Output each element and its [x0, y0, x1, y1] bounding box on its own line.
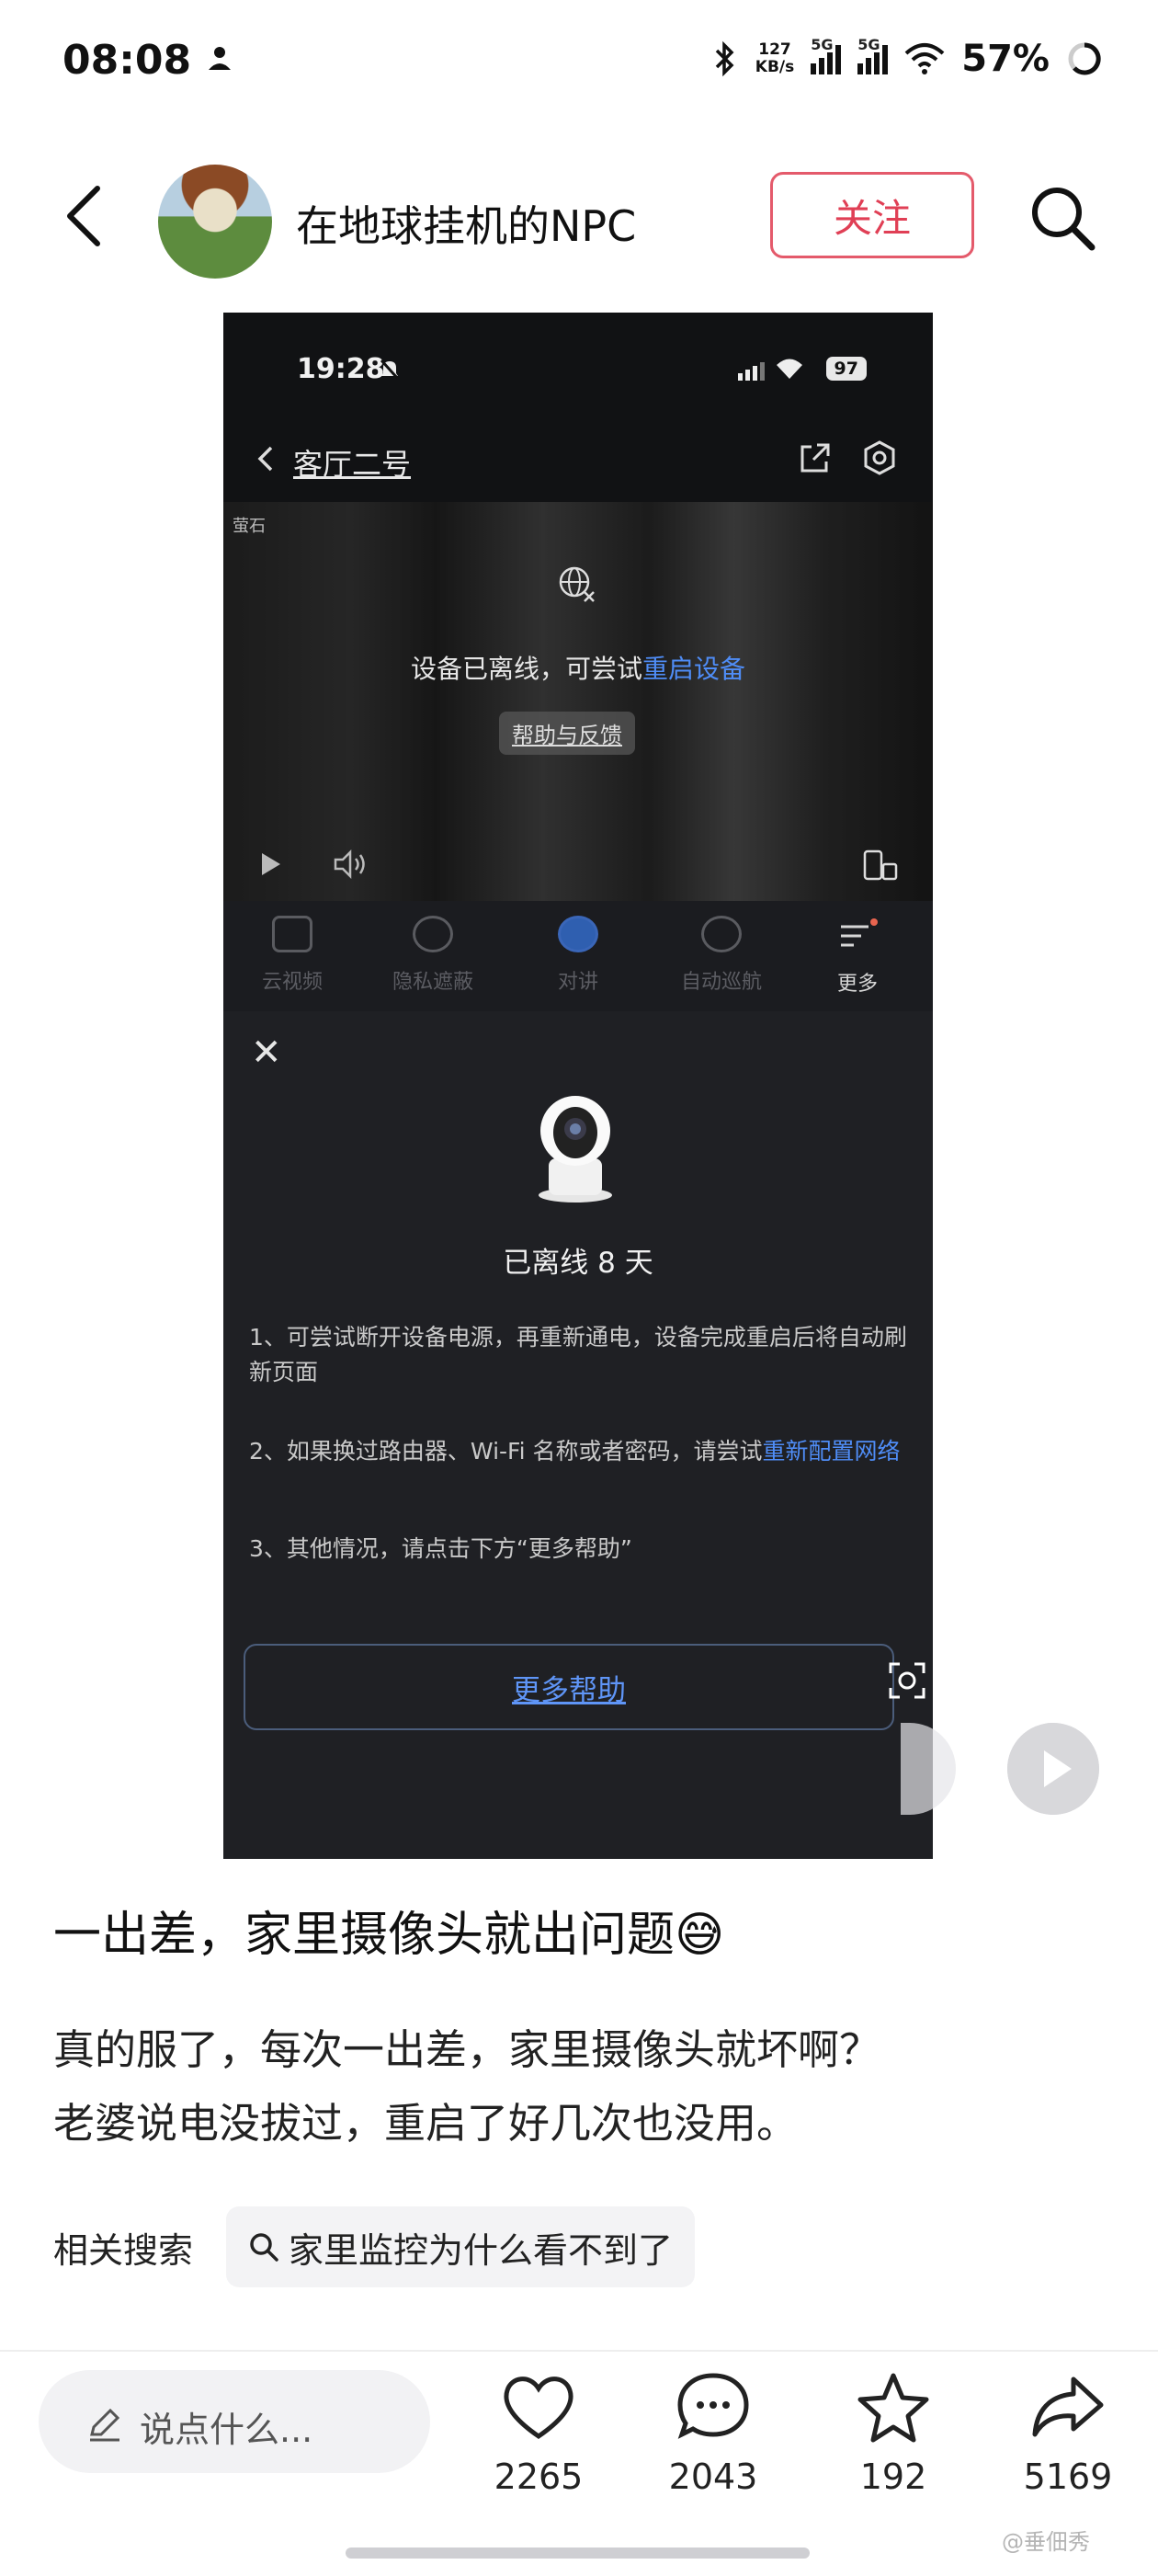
embedded-tool-cloud-video: 云视频: [228, 916, 357, 995]
embedded-tool-more: 更多: [793, 916, 922, 997]
net-speed-value: 127: [758, 40, 791, 59]
embedded-back-icon: [257, 446, 273, 472]
embedded-play-icon: [262, 853, 280, 875]
restart-device-link: 重启设备: [642, 654, 746, 684]
embedded-volume-icon: [334, 849, 365, 879]
embedded-device-title: 客厅二号: [293, 447, 412, 482]
comment-count: 2043: [668, 2456, 758, 2497]
battery-ring-icon: [1068, 42, 1101, 75]
embedded-mute-icon: [380, 359, 400, 381]
globe-offline-icon: [559, 566, 595, 602]
favorite-count: 192: [859, 2456, 927, 2497]
help-step-2-text: 2、如果换过路由器、Wi-Fi 名称或者密码，请尝试: [249, 1438, 763, 1465]
watermark: @垂佃秀: [1002, 2529, 1090, 2555]
like-count: 2265: [494, 2456, 584, 2497]
comment-bubble-icon: [677, 2373, 749, 2439]
embedded-toolbar: 云视频 隐私遮蔽 对讲 自动巡航 更多: [223, 901, 933, 1011]
help-step-3: 3、其他情况，请点击下方“更多帮助”: [249, 1535, 632, 1562]
embedded-status-bar: 19:28 97: [223, 313, 933, 414]
related-search-query: 家里监控为什么看不到了: [289, 2229, 674, 2271]
related-search-chip[interactable]: 家里监控为什么看不到了: [226, 2206, 696, 2287]
embedded-wifi-icon: [777, 359, 802, 379]
embedded-time: 19:28: [297, 353, 385, 385]
heart-icon: [504, 2377, 573, 2440]
battery-percent: 57%: [961, 38, 1050, 80]
embedded-video-view: 萤石 设备已离线，可尝试重启设备 帮助与反馈: [223, 502, 933, 901]
embedded-rotate-icon: [863, 849, 898, 881]
signal-tag-1: 5G: [811, 36, 834, 53]
offline-days-title: 已离线 8 天: [503, 1247, 653, 1280]
camera-device-icon: [539, 1096, 612, 1203]
person-icon: [209, 47, 231, 70]
related-search-label: 相关搜索: [53, 2229, 194, 2271]
help-step-2: 2、如果换过路由器、Wi-Fi 名称或者密码，请尝试重新配置网络: [249, 1434, 911, 1469]
status-time: 08:08: [62, 37, 192, 84]
bluetooth-icon: [715, 40, 734, 77]
close-icon: ✕: [251, 1032, 282, 1074]
status-right-group: 127 KB/s 5G 5G 57%: [711, 33, 1103, 85]
offline-message-text: 设备已离线，可尝试: [410, 654, 642, 684]
follow-button[interactable]: 关注: [770, 172, 974, 258]
post-image[interactable]: 19:28 97 客厅二号 萤石 设备已离线，可尝试重启设备 帮助与反馈 云视频…: [223, 313, 933, 1859]
embedded-share-icon: [800, 443, 830, 473]
author-name[interactable]: 在地球挂机的NPC: [296, 193, 636, 254]
post-body: 真的服了，每次一出差，家里摄像头就坏啊？ 老婆说电没拔过，重启了好几次也没用。: [53, 2013, 1110, 2160]
embedded-tool-privacy: 隐私遮蔽: [369, 916, 497, 995]
avatar[interactable]: [158, 165, 272, 279]
signal-tag-2: 5G: [857, 36, 880, 53]
comment-button[interactable]: 2043: [649, 2370, 778, 2497]
signal-icon-2: 5G: [857, 36, 889, 74]
comment-input[interactable]: 说点什么...: [39, 2370, 430, 2473]
wifi-icon: [904, 43, 945, 74]
cloud-video-icon: [272, 916, 312, 952]
more-help-button: 更多帮助: [244, 1644, 894, 1730]
post-body-line-1: 真的服了，每次一出差，家里摄像头就坏啊？: [53, 2025, 881, 2074]
embedded-tool-talk: 对讲: [514, 916, 642, 995]
embedded-tool-cruise: 自动巡航: [657, 916, 786, 995]
star-icon: [857, 2373, 929, 2443]
embedded-settings-icon: [864, 440, 895, 475]
share-arrow-icon: [1032, 2377, 1104, 2437]
microphone-icon: [558, 916, 598, 952]
home-indicator[interactable]: [346, 2548, 810, 2559]
scan-icon: [889, 1662, 925, 1699]
favorite-button[interactable]: 192: [829, 2370, 958, 2497]
status-bar: 08:08 127 KB/s 5G 5G 57%: [0, 0, 1158, 124]
back-arrow-icon[interactable]: [57, 181, 112, 251]
help-step-1: 1、可尝试断开设备电源，再重新通电，设备完成重启后将自动刷新页面: [249, 1324, 907, 1385]
embedded-battery: 97: [825, 357, 867, 381]
net-speed: 127 KB/s: [755, 41, 794, 76]
net-speed-unit: KB/s: [755, 58, 795, 76]
post-body-line-2: 老婆说电没拔过，重启了好几次也没用。: [53, 2099, 799, 2148]
post-header: 在地球挂机的NPC 关注: [0, 152, 1158, 280]
share-button[interactable]: 5169: [1004, 2370, 1132, 2497]
bottom-action-bar: 说点什么... 2265 2043 192 5169: [0, 2350, 1158, 2576]
search-icon: [250, 2233, 278, 2262]
embedded-signal-icon: [738, 362, 765, 381]
embedded-video-logo: 萤石: [233, 517, 266, 536]
comment-placeholder: 说点什么...: [140, 2410, 313, 2450]
reconfigure-network-link: 重新配置网络: [762, 1438, 901, 1465]
embedded-offline-panel: ✕ 已离线 8 天 1、可尝试断开设备电源，再重新通电，设备完成重启后将自动刷新…: [223, 1011, 933, 1859]
embedded-nav-bar: 客厅二号: [223, 414, 933, 502]
cruise-icon: [701, 916, 742, 952]
share-count: 5169: [1023, 2456, 1113, 2497]
image-nav-overlay: [901, 1723, 956, 1815]
related-search: 相关搜索 家里监控为什么看不到了: [53, 2206, 696, 2287]
pencil-icon: [90, 2408, 120, 2442]
search-icon[interactable]: [1026, 181, 1099, 255]
signal-icon-1: 5G: [811, 36, 842, 74]
post-title: 一出差，家里摄像头就出问题😅: [53, 1908, 725, 1963]
more-lines-icon: [841, 918, 878, 947]
embedded-offline-message: 设备已离线，可尝试重启设备: [223, 649, 933, 686]
privacy-icon: [413, 916, 453, 952]
play-button-icon[interactable]: [1007, 1723, 1099, 1815]
like-button[interactable]: 2265: [474, 2370, 603, 2497]
embedded-help-feedback: 帮助与反馈: [499, 712, 635, 755]
